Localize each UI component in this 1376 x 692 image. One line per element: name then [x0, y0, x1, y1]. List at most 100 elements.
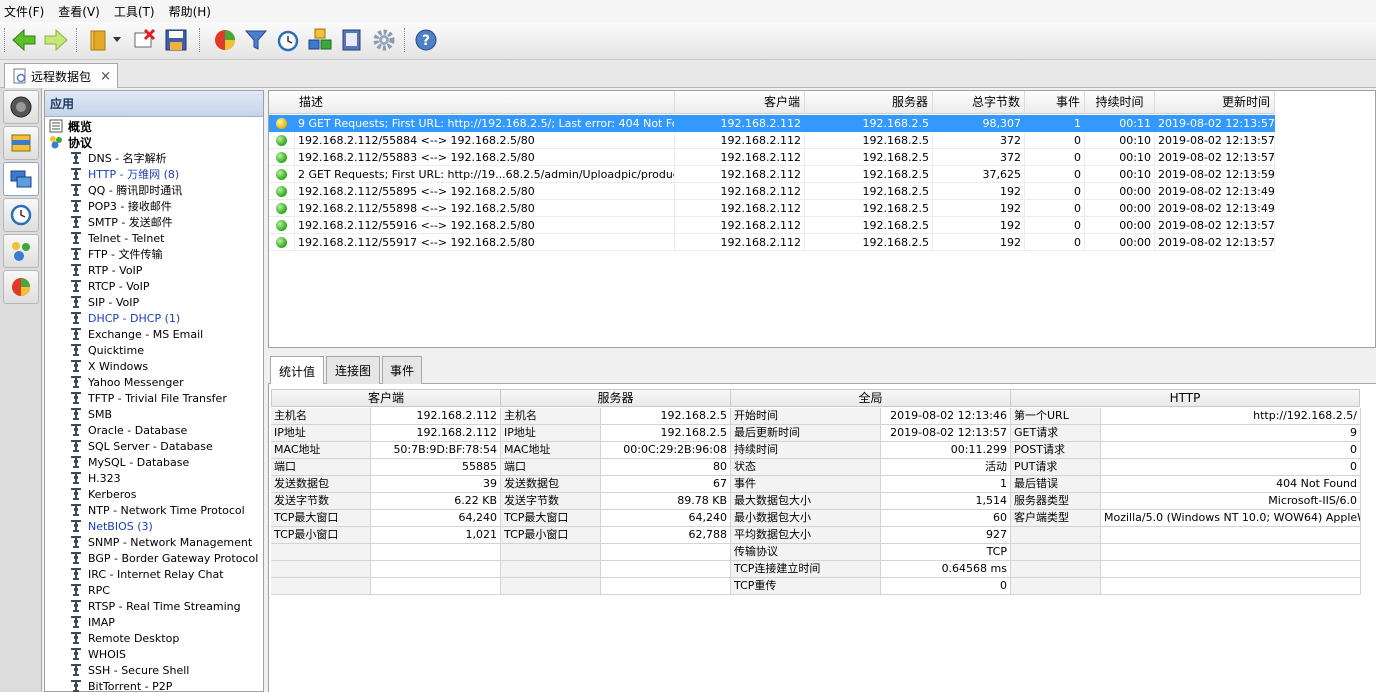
filter-button[interactable]	[243, 26, 269, 54]
alarm-button[interactable]	[275, 26, 301, 54]
tree-item-protocol[interactable]: Telnet - Telnet	[69, 230, 164, 246]
cell-events: 0	[1025, 149, 1085, 166]
tree-item-protocol[interactable]: RTSP - Real Time Streaming	[69, 598, 241, 614]
help-button[interactable]: ?	[413, 26, 439, 54]
menu-tools[interactable]: 工具(T)	[114, 3, 162, 20]
tree-item-protocol[interactable]: SQL Server - Database	[69, 438, 213, 454]
tree-item-protocol[interactable]: RTP - VoIP	[69, 262, 142, 278]
tree-item-protocol[interactable]: POP3 - 接收邮件	[69, 198, 172, 214]
cell-events: 0	[1025, 183, 1085, 200]
open-button[interactable]	[86, 26, 112, 54]
cell-bytes: 192	[933, 217, 1025, 234]
tree-item-protocol[interactable]: IRC - Internet Relay Chat	[69, 566, 224, 582]
connection-row[interactable]: 2 GET Requests; First URL: http://19...6…	[269, 166, 1275, 183]
column-total-bytes[interactable]: 总字节数	[933, 91, 1025, 114]
protocol-icon	[71, 680, 81, 692]
section-global-header: 全局	[730, 389, 1011, 407]
tree-item-protocol[interactable]: NetBIOS (3)	[69, 518, 153, 534]
tree-item-protocol[interactable]: SNMP - Network Management	[69, 534, 252, 550]
tree-item-protocols[interactable]: 协议	[49, 134, 92, 150]
tree-item-protocol[interactable]: X Windows	[69, 358, 148, 374]
sidebar-button-statistics[interactable]	[3, 270, 39, 304]
settings-button[interactable]	[371, 26, 397, 54]
menu-file[interactable]: 文件(F)	[4, 3, 51, 20]
http-stat-label: POST请求	[1011, 442, 1101, 459]
tree-item-protocol[interactable]: Quicktime	[69, 342, 144, 358]
tree-item-protocol[interactable]: MySQL - Database	[69, 454, 189, 470]
protocol-icon	[71, 424, 81, 436]
tree-item-protocol[interactable]: SSH - Secure Shell	[69, 662, 189, 678]
connection-row[interactable]: 192.168.2.112/55883 <--> 192.168.2.5/80 1…	[269, 149, 1275, 166]
tree-item-protocol[interactable]: HTTP - 万维网 (8)	[69, 166, 179, 182]
tree-item-protocol[interactable]: Yahoo Messenger	[69, 374, 184, 390]
connection-row[interactable]: 192.168.2.112/55884 <--> 192.168.2.5/80 1…	[269, 132, 1275, 149]
tree-item-protocol[interactable]: IMAP	[69, 614, 115, 630]
tree-item-protocol[interactable]: BGP - Border Gateway Protocol	[69, 550, 258, 566]
menu-view[interactable]: 查看(V)	[58, 3, 107, 20]
tree-item-protocol[interactable]: H.323	[69, 470, 121, 486]
cell-desc: 192.168.2.112/55895 <--> 192.168.2.5/80	[295, 183, 675, 200]
column-client[interactable]: 客户端	[675, 91, 805, 114]
tree-item-protocol[interactable]: SIP - VoIP	[69, 294, 139, 310]
tree-item-protocol[interactable]: Oracle - Database	[69, 422, 187, 438]
sidebar-button-matrix[interactable]	[3, 234, 39, 268]
connection-row[interactable]: 192.168.2.112/55916 <--> 192.168.2.5/80 1…	[269, 217, 1275, 234]
tab-remote-capture[interactable]: 远程数据包 ×	[4, 63, 118, 88]
cell-desc: 192.168.2.112/55883 <--> 192.168.2.5/80	[295, 149, 675, 166]
connection-row[interactable]: 192.168.2.112/55898 <--> 192.168.2.5/80 1…	[269, 200, 1275, 217]
tree-item-protocol[interactable]: TFTP - Trivial File Transfer	[69, 390, 227, 406]
forward-button[interactable]	[43, 26, 69, 54]
menu-help[interactable]: 帮助(H)	[169, 3, 218, 20]
cell-bytes: 372	[933, 132, 1025, 149]
open-dropdown[interactable]	[110, 26, 124, 54]
tree-item-protocol[interactable]: RPC	[69, 582, 110, 598]
tree-item-label: RPC	[88, 583, 110, 597]
tab-statistics[interactable]: 统计值	[270, 356, 324, 385]
sidebar-button-connections[interactable]	[3, 162, 39, 196]
cell-client: 192.168.2.112	[675, 149, 805, 166]
server-stat-value: 192.168.2.5	[601, 408, 731, 425]
tree-item-protocol[interactable]: NTP - Network Time Protocol	[69, 502, 245, 518]
connection-row[interactable]: 192.168.2.112/55895 <--> 192.168.2.5/80 1…	[269, 183, 1275, 200]
packets-icon	[11, 134, 31, 152]
column-events[interactable]: 事件	[1025, 91, 1085, 114]
tree-item-protocol[interactable]: DHCP - DHCP (1)	[69, 310, 180, 326]
statistics-button[interactable]	[212, 26, 238, 54]
delete-button[interactable]	[131, 26, 157, 54]
tree-item-protocol[interactable]: Remote Desktop	[69, 630, 179, 646]
tab-connection-graph[interactable]: 连接图	[326, 356, 380, 384]
report-button[interactable]	[339, 26, 365, 54]
sidebar-button-timeline[interactable]	[3, 198, 39, 232]
sidebar-button-capture[interactable]	[3, 90, 39, 124]
tree-item-protocol[interactable]: WHOIS	[69, 646, 126, 662]
tab-events[interactable]: 事件	[382, 356, 422, 384]
tree-item-protocol[interactable]: QQ - 腾讯即时通讯	[69, 182, 182, 198]
overview-icon	[49, 119, 63, 133]
tree-item-protocol[interactable]: FTP - 文件传输	[69, 246, 162, 262]
cell-updated: 2019-08-02 12:13:57	[1155, 234, 1275, 251]
sidebar-button-packets[interactable]	[3, 126, 39, 160]
tree-item-protocol[interactable]: RTCP - VoIP	[69, 278, 149, 294]
status-cell	[269, 234, 295, 251]
column-server[interactable]: 服务器	[805, 91, 933, 114]
column-description[interactable]: 描述	[295, 91, 675, 114]
tree-item-protocol[interactable]: Exchange - MS Email	[69, 326, 203, 342]
connection-row[interactable]: 9 GET Requests; First URL: http://192.16…	[269, 115, 1275, 132]
tree-item-protocol[interactable]: DNS - 名字解析	[69, 150, 167, 166]
tree-item-protocol[interactable]: BitTorrent - P2P	[69, 678, 172, 692]
close-icon[interactable]: ×	[100, 69, 111, 84]
tree-item-overview[interactable]: 概览	[49, 118, 92, 134]
column-duration[interactable]: 持续时间	[1085, 91, 1155, 114]
back-button[interactable]	[11, 26, 37, 54]
save-button[interactable]	[163, 26, 189, 54]
tree-item-protocol[interactable]: SMTP - 发送邮件	[69, 214, 173, 230]
server-stat-value	[601, 578, 731, 595]
protocol-icon	[71, 520, 81, 532]
connection-row[interactable]: 192.168.2.112/55917 <--> 192.168.2.5/80 1…	[269, 234, 1275, 251]
network-button[interactable]	[307, 26, 333, 54]
tree-item-protocol[interactable]: Kerberos	[69, 486, 136, 502]
column-updated[interactable]: 更新时间	[1155, 91, 1275, 114]
tree-item-protocol[interactable]: SMB	[69, 406, 112, 422]
protocol-icon	[71, 200, 81, 212]
protocol-icon	[71, 664, 81, 676]
